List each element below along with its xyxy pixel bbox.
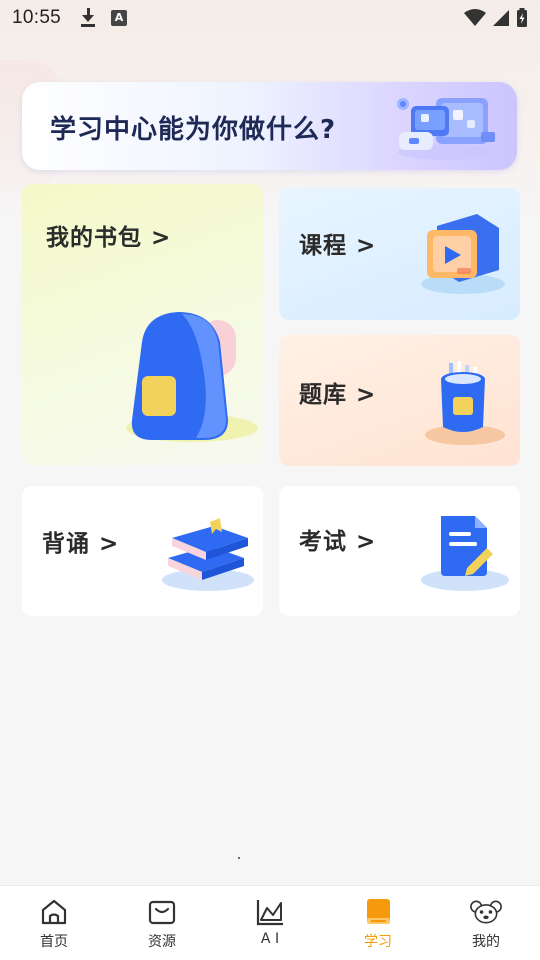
a-text-icon: A xyxy=(111,10,128,26)
question-bank-label: 题库 > xyxy=(299,382,377,408)
status-time: 10:55 xyxy=(12,7,62,28)
signal-icon xyxy=(493,10,509,26)
course-label: 课程 > xyxy=(299,233,377,259)
my-bag-label: 我的书包 > xyxy=(46,225,172,251)
chart-icon xyxy=(256,900,283,926)
home-icon xyxy=(41,899,67,925)
exam-paper-icon xyxy=(421,516,509,591)
nav-resources-label: 资源 xyxy=(148,934,176,950)
my-bag-card[interactable]: 我的书包 > xyxy=(22,184,263,465)
nav-mine[interactable]: 我的 xyxy=(432,886,540,960)
mouse-avatar-icon xyxy=(470,900,502,924)
nav-resources[interactable]: 资源 xyxy=(108,886,216,960)
video-screen-icon xyxy=(421,214,505,294)
exam-label: 考试 > xyxy=(299,529,377,555)
bag-icon xyxy=(148,900,176,925)
nav-study[interactable]: 学习 xyxy=(324,886,432,960)
nav-study-label: 学习 xyxy=(364,934,392,950)
nav-home-label: 首页 xyxy=(40,934,68,950)
nav-ai[interactable]: A I xyxy=(216,886,324,960)
nav-mine-label: 我的 xyxy=(472,934,500,950)
backpack-icon xyxy=(126,312,258,442)
learning-devices-icon xyxy=(397,98,495,160)
status-bar: 10:55 A xyxy=(0,0,540,36)
banner-title: 学习中心能为你做什么? xyxy=(50,115,337,145)
battery-charging-icon xyxy=(517,8,527,27)
pencil-cup-icon xyxy=(425,361,505,445)
book-icon xyxy=(367,899,390,924)
course-card[interactable]: 课程 > xyxy=(279,188,520,320)
exam-card[interactable]: 考试 > xyxy=(279,486,520,616)
question-bank-card[interactable]: 题库 > xyxy=(279,335,520,466)
book-stack-icon xyxy=(162,518,254,591)
decor-dot xyxy=(238,857,240,859)
recite-label: 背诵 > xyxy=(42,531,120,557)
nav-home[interactable]: 首页 xyxy=(0,886,108,960)
bottom-nav: 首页 资源 A I 学习 我的 xyxy=(0,885,540,960)
nav-ai-label: A I xyxy=(260,931,280,947)
wifi-icon xyxy=(464,9,486,26)
help-banner[interactable]: 学习中心能为你做什么? xyxy=(22,82,517,170)
download-icon xyxy=(79,7,97,29)
recite-card[interactable]: 背诵 > xyxy=(22,486,263,616)
